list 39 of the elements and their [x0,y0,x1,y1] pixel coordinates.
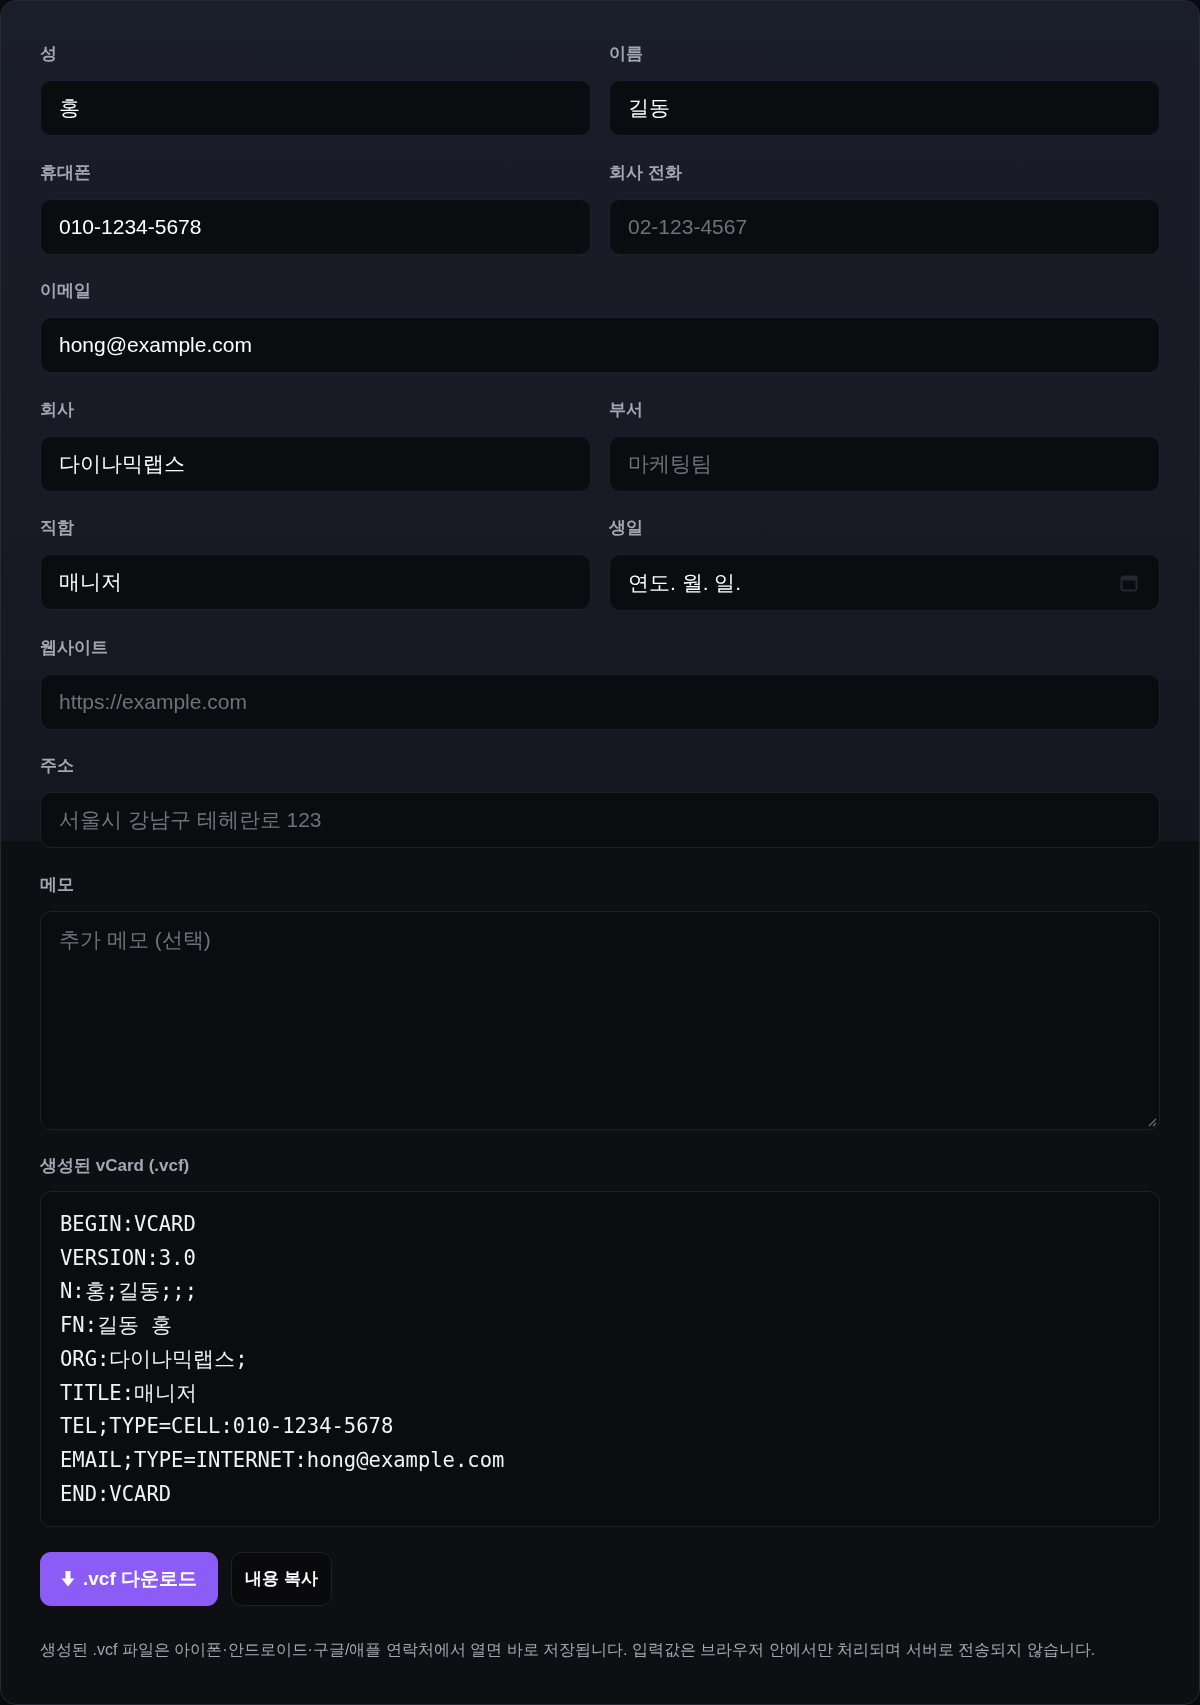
text-field[interactable]: 다이나믹랩스 [40,435,591,492]
code-line: END:VCARD [60,1480,172,1508]
info-note: 생성된 .vcf 파일은 아이폰·안드로이드·구글/애플 연락처에서 열면 바로 저장됩니다. 입력값은 브라우저 안에서만 처리되며 서버로 전송되지 않습니다. [40,1640,1096,1660]
text-field[interactable]: 매니저 [40,554,591,610]
code-line: TITLE:매니저 [60,1379,198,1407]
output-label: 생성된 vCard (.vcf) [40,1155,190,1176]
field-label: 생일 [609,517,643,538]
field-label: 성 [40,43,57,64]
download-arrow-icon [61,1571,75,1587]
code-line: VERSION:3.0 [60,1244,196,1272]
field-label: 직함 [40,517,74,538]
field-label: 웹사이트 [40,636,108,658]
field-label: 회사 [40,398,74,420]
field-label: 휴대폰 [40,161,91,183]
download-button[interactable]: .vcf 다운로드 [40,1552,219,1606]
date-field[interactable]: 연도. 월. 일. [609,554,1160,611]
field-label: 이름 [609,43,643,64]
text-field[interactable]: https://example.com [40,673,1160,730]
field-label: 메모 [40,873,74,895]
field-label: 이메일 [40,280,91,301]
code-line: FN:길동 홍 [60,1312,173,1340]
text-field[interactable]: 마케팅팀 [609,435,1160,492]
field-label: 회사 전화 [609,161,682,183]
text-field[interactable]: 010-1234-5678 [40,198,591,255]
code-line: BEGIN:VCARD [60,1211,196,1238]
resize-handle-icon[interactable] [1147,1116,1157,1127]
text-field[interactable]: 02-123-4567 [609,198,1160,255]
memo-field[interactable]: 추가 메모 (선택) [40,910,1160,1130]
code-line: N:홍;길동;;; [60,1278,198,1306]
text-field[interactable]: 서울시 강남구 테헤란로 123 [40,792,1160,848]
field-label: 부서 [609,398,643,420]
copy-button[interactable]: 내용 복사 [231,1552,332,1606]
code-line: TEL;TYPE=CELL:010-1234-5678 [60,1413,394,1441]
text-field[interactable]: 홍 [40,80,591,136]
field-label: 주소 [40,755,74,776]
code-line: ORG:다이나믹랩스; [60,1345,248,1373]
text-field[interactable]: hong@example.com [40,317,1160,373]
code-line: EMAIL;TYPE=INTERNET:hong@example.com [60,1446,505,1474]
text-field[interactable]: 길동 [609,80,1160,136]
